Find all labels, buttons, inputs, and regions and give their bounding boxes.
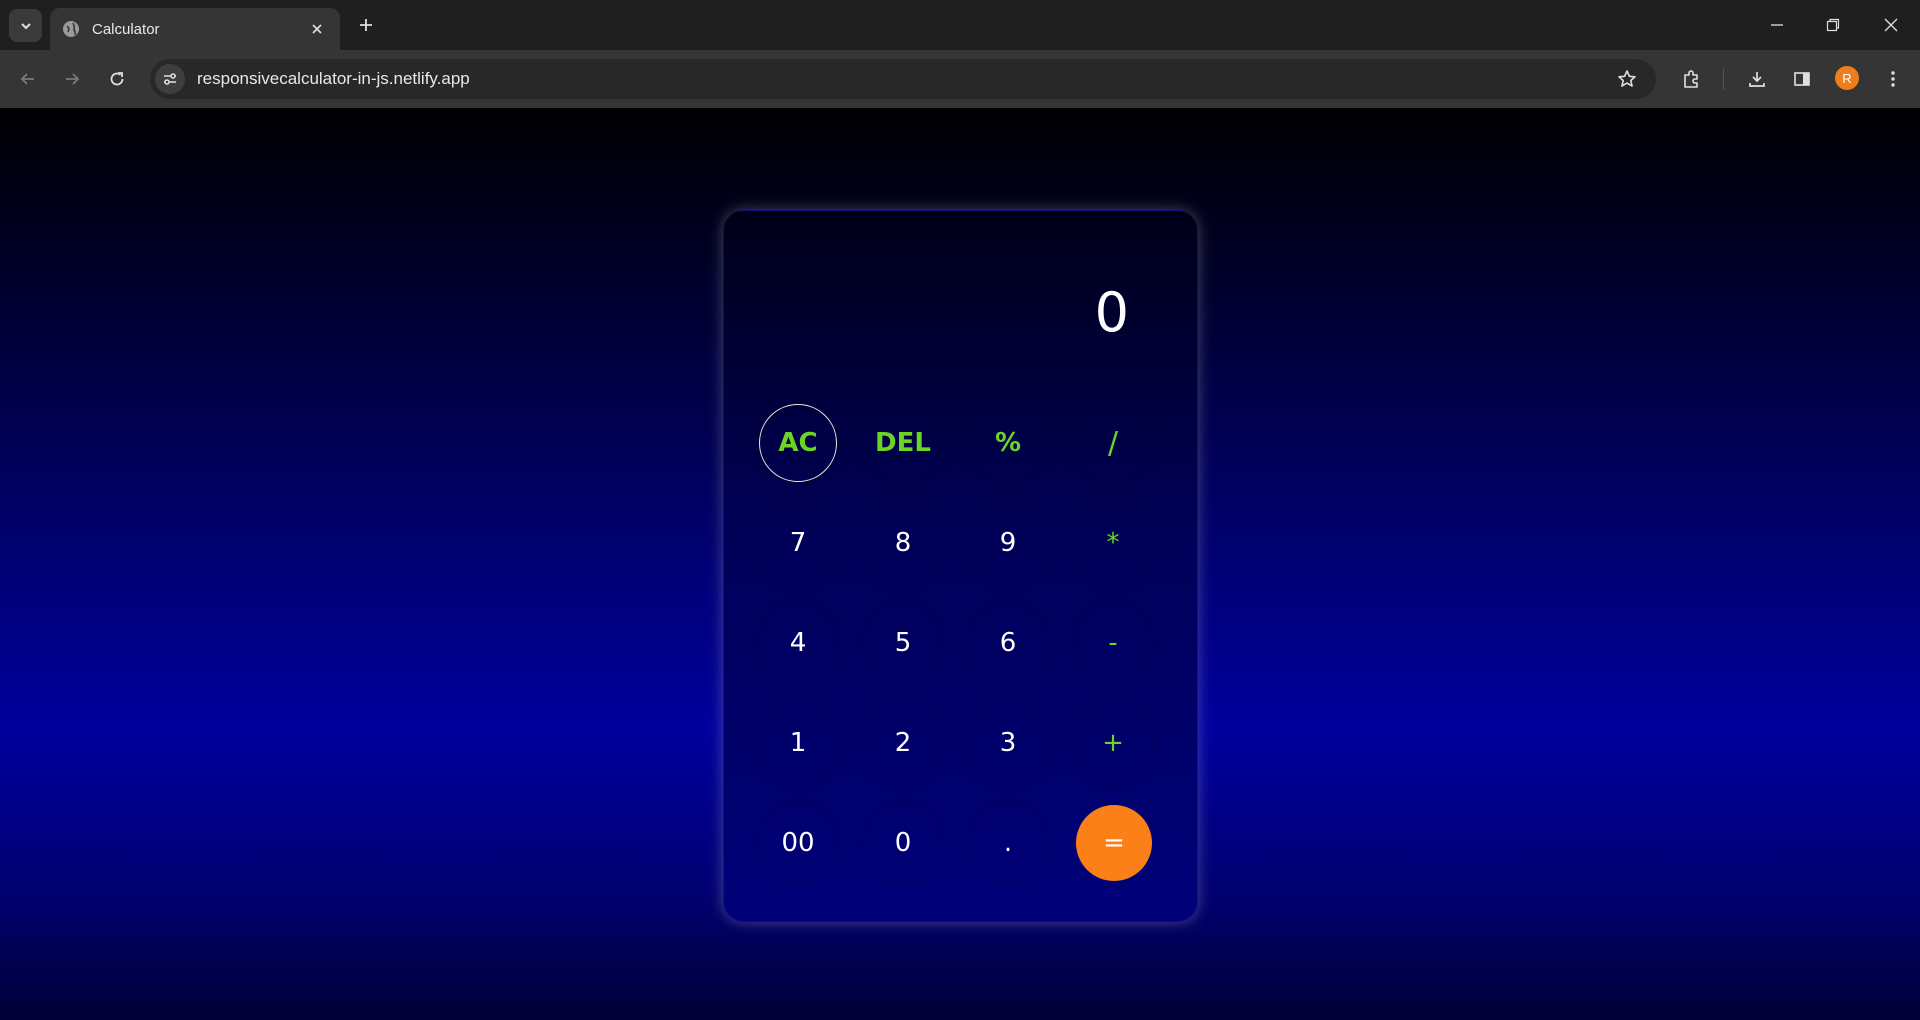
side-panel-button[interactable] [1787, 64, 1817, 94]
key-5[interactable]: 5 [864, 604, 942, 682]
close-window-button[interactable] [1878, 12, 1904, 38]
key-3[interactable]: 3 [969, 704, 1047, 782]
side-panel-icon [1794, 72, 1810, 86]
browser-toolbar: responsivecalculator-in-js.netlify.app [0, 50, 1920, 108]
arrow-right-icon [66, 73, 80, 85]
close-tab-icon[interactable] [306, 18, 328, 40]
key-7[interactable]: 7 [759, 504, 837, 582]
percent-button[interactable]: % [969, 404, 1047, 482]
key-9[interactable]: 9 [969, 504, 1047, 582]
all-clear-button[interactable]: AC [759, 404, 837, 482]
equals-button[interactable]: = [1076, 805, 1152, 881]
more-vertical-icon [1891, 71, 1895, 87]
new-tab-button[interactable] [353, 12, 379, 38]
back-button[interactable] [13, 64, 43, 94]
divide-button[interactable]: / [1074, 404, 1152, 482]
tab-search-button[interactable] [9, 9, 42, 42]
reload-icon [110, 72, 124, 86]
key-0[interactable]: 0 [864, 804, 942, 882]
calculator-card: 0 AC DEL % / 7 8 9 * 4 5 6 - 1 2 3 + 00 … [723, 210, 1198, 922]
key-2[interactable]: 2 [864, 704, 942, 782]
download-icon [1749, 72, 1765, 87]
key-1[interactable]: 1 [759, 704, 837, 782]
calculator-display: 0 [1094, 281, 1129, 344]
close-icon [1884, 18, 1898, 32]
reload-button[interactable] [102, 64, 132, 94]
browser-menu-button[interactable] [1878, 64, 1908, 94]
plus-button[interactable]: + [1074, 704, 1152, 782]
globe-icon [62, 20, 80, 38]
tab-title: Calculator [92, 20, 160, 38]
key-8[interactable]: 8 [864, 504, 942, 582]
page-viewport: 0 AC DEL % / 7 8 9 * 4 5 6 - 1 2 3 + 00 … [0, 108, 1920, 1020]
key-4[interactable]: 4 [759, 604, 837, 682]
multiply-button[interactable]: * [1074, 504, 1152, 582]
key-6[interactable]: 6 [969, 604, 1047, 682]
extensions-button[interactable] [1676, 64, 1706, 94]
site-info-button[interactable] [155, 64, 185, 94]
restore-icon [1826, 18, 1840, 32]
arrow-left-icon [20, 73, 34, 85]
minimize-icon [1771, 24, 1783, 26]
tab-calculator[interactable]: Calculator [50, 8, 340, 50]
minus-button[interactable]: - [1074, 604, 1152, 682]
bookmark-star-icon[interactable] [1612, 64, 1642, 94]
delete-button[interactable]: DEL [864, 404, 942, 482]
puzzle-icon [1684, 70, 1698, 88]
plus-icon [360, 19, 372, 31]
forward-button[interactable] [57, 64, 87, 94]
key-00[interactable]: 00 [759, 804, 837, 882]
tune-icon [164, 73, 176, 85]
minimize-button[interactable] [1764, 12, 1790, 38]
chevron-down-icon [20, 22, 31, 29]
restore-button[interactable] [1820, 12, 1846, 38]
downloads-button[interactable] [1742, 64, 1772, 94]
url-text[interactable]: responsivecalculator-in-js.netlify.app [197, 69, 1612, 89]
decimal-button[interactable]: . [969, 804, 1047, 882]
address-bar[interactable]: responsivecalculator-in-js.netlify.app [150, 59, 1656, 99]
toolbar-divider [1723, 68, 1724, 90]
browser-tabstrip: Calculator [0, 0, 1920, 50]
profile-avatar[interactable]: R [1835, 66, 1859, 90]
